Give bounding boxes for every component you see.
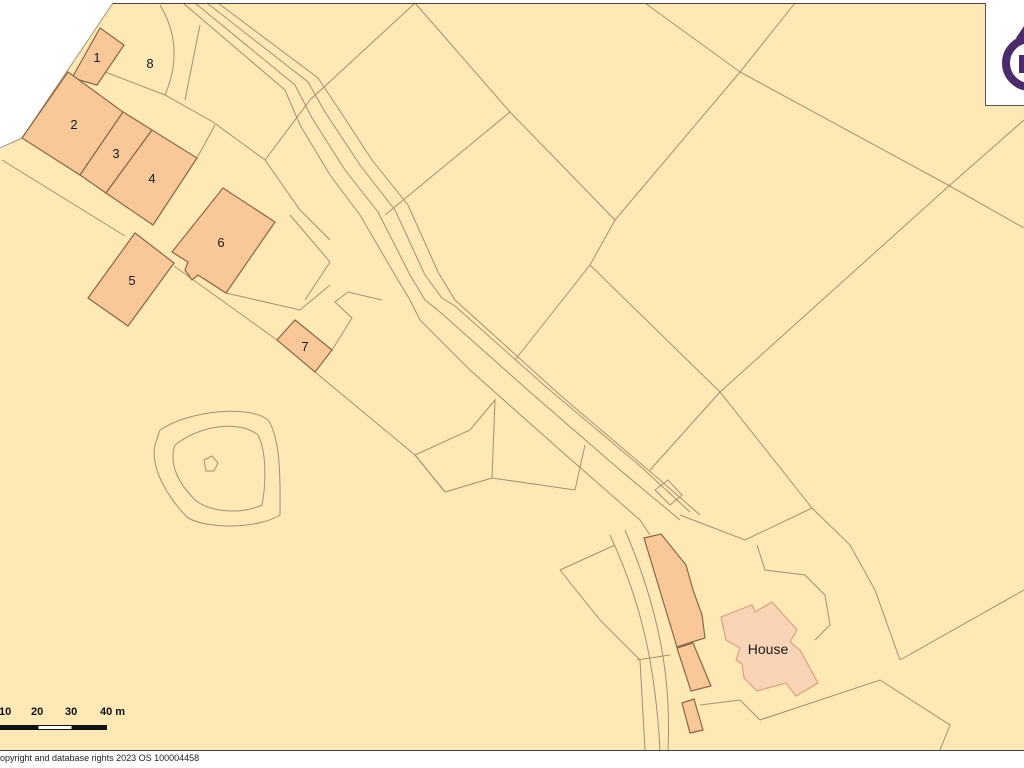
plot-label-5: 5 (128, 273, 135, 288)
scale-label: 20 (31, 706, 43, 718)
scale-segment (0, 725, 38, 730)
plot-label-4: 4 (148, 171, 155, 186)
scale-segment (72, 725, 107, 730)
copyright-notice: opyright and database rights 2023 OS 100… (0, 753, 199, 763)
plot-label-8: 8 (146, 56, 153, 71)
plot-label-2: 2 (70, 117, 77, 132)
plot-label-1: 1 (93, 50, 100, 65)
plot-label-6: 6 (217, 235, 224, 250)
scale-label: 30 (65, 706, 77, 718)
scale-label: 10 (0, 706, 11, 718)
scale-label: 40 m (100, 706, 125, 718)
plot-label-3: 3 (112, 146, 119, 161)
logo-letter-icon (1019, 55, 1024, 73)
plot-label-7: 7 (301, 339, 308, 354)
house-label: House (748, 641, 789, 657)
map-canvas: 1 2 3 4 5 6 7 8 House 10 20 30 40 m opyr… (0, 2, 1024, 763)
os-logo (985, 3, 1024, 106)
scale-segment (37, 725, 73, 730)
